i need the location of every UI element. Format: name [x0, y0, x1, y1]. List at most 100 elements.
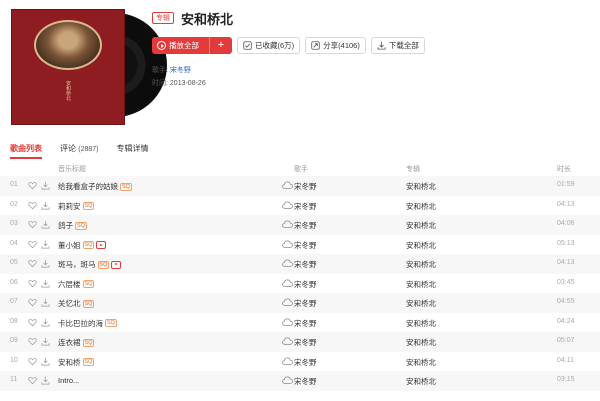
mv-icon[interactable]: [111, 260, 122, 269]
heart-icon[interactable]: [28, 259, 37, 268]
song-table-header: 音乐标题 歌手 专辑 时长: [0, 160, 600, 176]
download-icon[interactable]: [41, 279, 50, 288]
song-title[interactable]: 关忆北: [58, 298, 81, 309]
song-title[interactable]: Intro...: [58, 376, 79, 385]
song-row[interactable]: 08 卡比巴拉的海 SQ 宋冬野 安和桥北 04:24: [0, 313, 600, 333]
heart-icon[interactable]: [28, 240, 37, 249]
song-title[interactable]: 鸽子: [58, 220, 73, 231]
heart-icon[interactable]: [28, 318, 37, 327]
song-title-cell: 关忆北 SQ: [58, 298, 95, 309]
sq-badge: SQ: [120, 182, 132, 191]
heart-icon[interactable]: [28, 337, 37, 346]
download-icon[interactable]: [41, 220, 50, 229]
song-row[interactable]: 01 给我看盒子的姑娘 SQ 宋冬野 安和桥北 01:59: [0, 176, 600, 196]
song-singer[interactable]: 宋冬野: [294, 376, 317, 387]
download-icon[interactable]: [41, 337, 50, 346]
song-number: 05: [10, 259, 18, 266]
song-row[interactable]: 03 鸽子 SQ 宋冬野 安和桥北 04:06: [0, 215, 600, 235]
sq-badge: SQ: [82, 358, 95, 366]
sq-badge: SQ: [82, 202, 95, 210]
song-title[interactable]: 六层楼: [58, 279, 81, 290]
song-singer[interactable]: 宋冬野: [294, 201, 317, 212]
song-singer[interactable]: 宋冬野: [294, 298, 317, 309]
song-row[interactable]: 10 安和桥 SQ 宋冬野 安和桥北 04:11: [0, 352, 600, 372]
download-icon[interactable]: [41, 240, 50, 249]
song-album[interactable]: 安和桥北: [406, 240, 436, 251]
song-number: 04: [10, 239, 18, 247]
song-number: 10: [10, 356, 18, 364]
column-album[interactable]: 专辑: [406, 164, 420, 174]
cloud-icon: [282, 181, 293, 190]
song-album[interactable]: 安和桥北: [406, 259, 436, 270]
song-album[interactable]: 安和桥北: [406, 181, 436, 192]
song-album[interactable]: 安和桥北: [406, 201, 436, 212]
song-title-cell: 安和桥 SQ: [58, 357, 95, 368]
song-album[interactable]: 安和桥北: [406, 318, 436, 329]
singer-link[interactable]: 宋冬野: [170, 67, 191, 74]
heart-icon[interactable]: [28, 181, 37, 190]
tab-comments-label: 评论: [60, 144, 76, 153]
heart-icon[interactable]: [28, 201, 37, 210]
song-row[interactable]: 09 连衣裙 SQ 宋冬野 安和桥北 05:07: [0, 332, 600, 352]
song-album[interactable]: 安和桥北: [406, 279, 436, 290]
share-button[interactable]: 分享(4106): [305, 37, 366, 54]
tab-comments[interactable]: 评论 (2887): [60, 143, 98, 159]
song-singer[interactable]: 宋冬野: [294, 220, 317, 231]
song-singer[interactable]: 宋冬野: [294, 337, 317, 348]
song-row[interactable]: 04 董小姐 SQ 宋冬野 安和桥北 05:13: [0, 235, 600, 255]
song-singer[interactable]: 宋冬野: [294, 357, 317, 368]
cloud-icon: [282, 240, 293, 249]
song-title[interactable]: 董小姐: [58, 240, 81, 251]
song-singer[interactable]: 宋冬野: [294, 318, 317, 329]
column-title[interactable]: 音乐标题: [58, 164, 86, 174]
action-buttons: 播放全部 + 已收藏(6万) 分享(4106) 下载全部: [152, 37, 425, 54]
song-title[interactable]: 斑马，斑马: [58, 259, 96, 270]
song-row[interactable]: 07 关忆北 SQ 宋冬野 安和桥北 04:55: [0, 293, 600, 313]
song-singer[interactable]: 宋冬野: [294, 181, 317, 192]
song-row[interactable]: 02 莉莉安 SQ 宋冬野 安和桥北 04:13: [0, 196, 600, 216]
add-to-playlist-button[interactable]: +: [210, 37, 232, 54]
download-icon[interactable]: [41, 259, 50, 268]
song-row[interactable]: 06 六层楼 SQ 宋冬野 安和桥北 03:45: [0, 274, 600, 294]
song-title[interactable]: 给我看盒子的姑娘: [58, 181, 118, 192]
download-icon[interactable]: [41, 181, 50, 190]
column-singer[interactable]: 歌手: [294, 164, 308, 174]
song-album[interactable]: 安和桥北: [406, 298, 436, 309]
tab-song-list[interactable]: 歌曲列表: [10, 143, 42, 159]
song-title[interactable]: 安和桥: [58, 357, 81, 368]
date-label: 时间:: [152, 80, 168, 87]
song-title-cell: 六层楼 SQ: [58, 279, 95, 290]
heart-icon[interactable]: [28, 376, 37, 385]
heart-icon[interactable]: [28, 279, 37, 288]
song-title-cell: 斑马，斑马 SQ: [58, 259, 122, 270]
song-row[interactable]: 11 Intro... 宋冬野 安和桥北 03:15: [0, 371, 600, 391]
heart-icon[interactable]: [28, 220, 37, 229]
download-all-button[interactable]: 下载全部: [370, 37, 425, 54]
song-row[interactable]: 05 斑马，斑马 SQ 宋冬野 安和桥北 04:13: [0, 254, 600, 274]
download-icon[interactable]: [41, 357, 50, 366]
song-album[interactable]: 安和桥北: [406, 376, 436, 387]
album-title: 安和桥北: [181, 12, 234, 27]
mv-icon[interactable]: [96, 241, 107, 249]
collect-button[interactable]: 已收藏(6万): [237, 37, 301, 54]
song-number: 08: [10, 317, 18, 325]
download-icon[interactable]: [41, 318, 50, 327]
song-singer[interactable]: 宋冬野: [294, 259, 317, 270]
column-duration[interactable]: 时长: [557, 164, 571, 174]
song-singer[interactable]: 宋冬野: [294, 240, 317, 251]
play-all-button[interactable]: 播放全部: [152, 37, 210, 54]
album-cover[interactable]: 安和桥北: [11, 9, 125, 125]
song-album[interactable]: 安和桥北: [406, 337, 436, 348]
download-icon[interactable]: [41, 376, 50, 385]
song-album[interactable]: 安和桥北: [406, 357, 436, 368]
download-icon[interactable]: [41, 298, 50, 307]
tab-album-details[interactable]: 专辑详情: [116, 143, 148, 159]
song-title[interactable]: 莉莉安: [58, 201, 81, 212]
heart-icon[interactable]: [28, 357, 37, 366]
download-icon[interactable]: [41, 201, 50, 210]
heart-icon[interactable]: [28, 298, 37, 307]
song-title[interactable]: 连衣裙: [58, 337, 81, 348]
song-album[interactable]: 安和桥北: [406, 220, 436, 231]
song-title[interactable]: 卡比巴拉的海: [58, 318, 103, 329]
song-singer[interactable]: 宋冬野: [294, 279, 317, 290]
